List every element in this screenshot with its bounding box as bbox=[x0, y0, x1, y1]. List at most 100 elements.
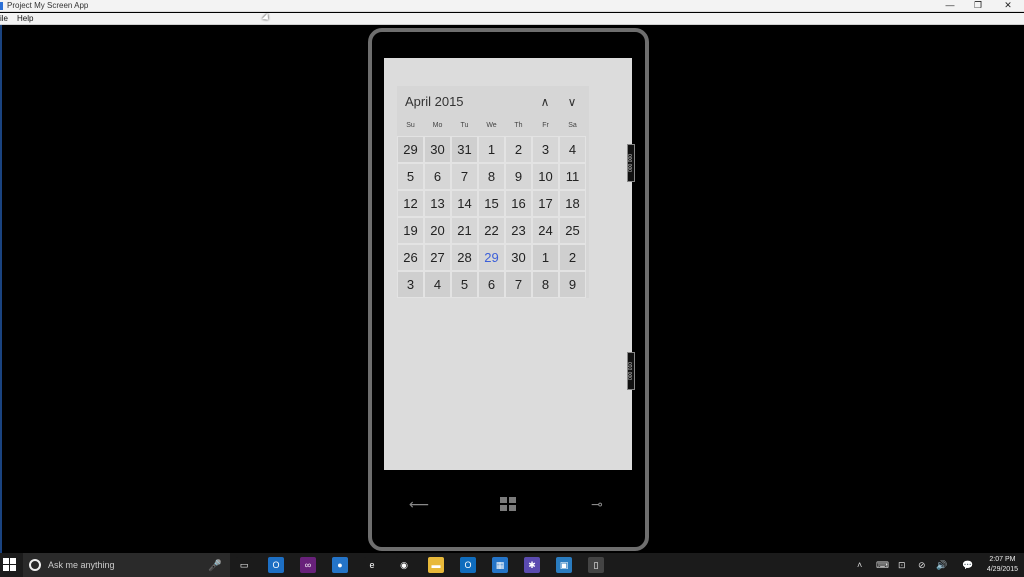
calendar-day[interactable]: 12 bbox=[397, 190, 424, 217]
weekday-label: Mo bbox=[432, 122, 443, 129]
weekday-label: We bbox=[486, 122, 497, 129]
weekday-label: Th bbox=[514, 122, 523, 129]
calendar-day[interactable]: 8 bbox=[532, 271, 559, 298]
close-button[interactable]: ✕ bbox=[998, 0, 1018, 12]
calendar-day[interactable]: 31 bbox=[451, 136, 478, 163]
calendar-day[interactable]: 6 bbox=[424, 163, 451, 190]
calendar-day[interactable]: 22 bbox=[478, 217, 505, 244]
calendar-day[interactable]: 7 bbox=[505, 271, 532, 298]
calendar-previous-icon[interactable]: ∧ bbox=[535, 92, 555, 112]
task-view-icon[interactable]: ▭ bbox=[236, 557, 252, 573]
clock-date: 4/29/2015 bbox=[986, 566, 1018, 573]
search-input[interactable]: Ask me anything bbox=[48, 553, 115, 577]
settings-app-icon[interactable]: ✱ bbox=[524, 557, 540, 573]
calendar-day[interactable]: 25 bbox=[559, 217, 586, 244]
calendar-day[interactable]: 28 bbox=[451, 244, 478, 271]
visual-studio-icon[interactable]: ∞ bbox=[300, 557, 316, 573]
clock-time: 2:07 PM bbox=[989, 556, 1016, 563]
calendar-day[interactable]: 1 bbox=[532, 244, 559, 271]
calendar-weekday-row: Su Mo Tu We Th Fr Sa bbox=[397, 116, 589, 136]
calendar-day[interactable]: 9 bbox=[505, 163, 532, 190]
side-marker-top: 000 000 bbox=[627, 144, 635, 182]
photos-icon[interactable]: ▣ bbox=[556, 557, 572, 573]
cortana-search[interactable]: Ask me anything 🎤 bbox=[23, 553, 230, 577]
calendar-day[interactable]: 16 bbox=[505, 190, 532, 217]
calendar-day[interactable]: 4 bbox=[424, 271, 451, 298]
network-icon[interactable]: ⊡ bbox=[898, 558, 906, 572]
calendar-day[interactable]: 3 bbox=[397, 271, 424, 298]
calendar-day-today[interactable]: 29 bbox=[478, 244, 505, 271]
battery-icon[interactable]: ⊘ bbox=[918, 558, 926, 572]
calendar-header: April 2015 ∧ ∨ bbox=[397, 86, 589, 116]
volume-icon[interactable]: 🔊 bbox=[936, 558, 947, 572]
calendar-day[interactable]: 21 bbox=[451, 217, 478, 244]
minimize-button[interactable]: — bbox=[940, 0, 960, 12]
microphone-icon[interactable]: 🎤 bbox=[208, 559, 222, 572]
calendar-day[interactable]: 13 bbox=[424, 190, 451, 217]
calendar-day[interactable]: 11 bbox=[559, 163, 586, 190]
start-button[interactable] bbox=[3, 558, 16, 571]
search-button[interactable]: ⊸ bbox=[582, 494, 612, 514]
calendar-month-label[interactable]: April 2015 bbox=[405, 94, 464, 109]
calendar-day[interactable]: 3 bbox=[532, 136, 559, 163]
menu-bar: ile Help bbox=[0, 13, 1024, 25]
calendar-day[interactable]: 15 bbox=[478, 190, 505, 217]
title-bar: Project My Screen App — ❐ ✕ bbox=[0, 0, 1024, 12]
calendar-day[interactable]: 23 bbox=[505, 217, 532, 244]
menu-help[interactable]: Help bbox=[17, 13, 33, 25]
window-left-edge bbox=[0, 25, 2, 553]
outlook-mail-icon[interactable]: O bbox=[460, 557, 476, 573]
phone-app-icon[interactable]: ▯ bbox=[588, 557, 604, 573]
calendar-day[interactable]: 17 bbox=[532, 190, 559, 217]
taskbar: Ask me anything 🎤 ▭ O ∞ ● e ◉ ▬ O ▦ ✱ ▣ ▯ ˄ ⌨ ⊡ ⊘ 🔊 💬 2:… bbox=[0, 553, 1024, 577]
weekday-label: Sa bbox=[568, 122, 577, 129]
side-marker-bottom: 000 010 bbox=[627, 352, 635, 390]
calendar-day[interactable]: 30 bbox=[505, 244, 532, 271]
calendar-day[interactable]: 24 bbox=[532, 217, 559, 244]
clock[interactable]: 2:07 PM 4/29/2015 bbox=[987, 555, 1018, 575]
calendar-day[interactable]: 27 bbox=[424, 244, 451, 271]
calendar-day[interactable]: 9 bbox=[559, 271, 586, 298]
outlook-icon[interactable]: O bbox=[268, 557, 284, 573]
window-title: Project My Screen App bbox=[7, 1, 89, 10]
calendar-day[interactable]: 10 bbox=[532, 163, 559, 190]
calendar-day[interactable]: 4 bbox=[559, 136, 586, 163]
calendar-day[interactable]: 29 bbox=[397, 136, 424, 163]
back-button[interactable]: ⟵ bbox=[404, 494, 434, 514]
keyboard-icon[interactable]: ⌨ bbox=[876, 558, 889, 572]
calendar-day[interactable]: 5 bbox=[451, 271, 478, 298]
cortana-icon bbox=[29, 559, 41, 571]
calendar-day[interactable]: 19 bbox=[397, 217, 424, 244]
app-icon bbox=[0, 2, 3, 10]
calendar-view: April 2015 ∧ ∨ Su Mo Tu We Th Fr Sa 29 30 31 1 2 3 4… bbox=[397, 86, 589, 298]
weekday-label: Su bbox=[406, 122, 415, 129]
app-icon-blue[interactable]: ● bbox=[332, 557, 348, 573]
calendar-day[interactable]: 30 bbox=[424, 136, 451, 163]
weekday-label: Fr bbox=[542, 122, 549, 129]
calendar-day[interactable]: 26 bbox=[397, 244, 424, 271]
calendar-day[interactable]: 5 bbox=[397, 163, 424, 190]
calendar-day[interactable]: 1 bbox=[478, 136, 505, 163]
store-icon[interactable]: ▦ bbox=[492, 557, 508, 573]
calendar-day-grid: 29 30 31 1 2 3 4 5 6 7 8 9 10 11 12 13 14 15 16 17 18 19 20 21 2… bbox=[397, 136, 589, 298]
chrome-icon[interactable]: ◉ bbox=[396, 557, 412, 573]
restore-button[interactable]: ❐ bbox=[968, 0, 988, 12]
calendar-day[interactable]: 8 bbox=[478, 163, 505, 190]
notifications-icon[interactable]: 💬 bbox=[962, 558, 973, 572]
calendar-day[interactable]: 7 bbox=[451, 163, 478, 190]
menu-file[interactable]: ile bbox=[0, 13, 8, 25]
calendar-day[interactable]: 18 bbox=[559, 190, 586, 217]
phone-screen: April 2015 ∧ ∨ Su Mo Tu We Th Fr Sa 29 30 31 1 2 3 4… bbox=[384, 58, 632, 470]
calendar-next-icon[interactable]: ∨ bbox=[562, 92, 582, 112]
calendar-day[interactable]: 2 bbox=[505, 136, 532, 163]
calendar-day[interactable]: 20 bbox=[424, 217, 451, 244]
file-explorer-icon[interactable]: ▬ bbox=[428, 557, 444, 573]
phone-frame: April 2015 ∧ ∨ Su Mo Tu We Th Fr Sa 29 30 31 1 2 3 4… bbox=[368, 28, 649, 551]
windows-start-icon[interactable] bbox=[500, 497, 517, 512]
weekday-label: Tu bbox=[460, 122, 469, 129]
calendar-day[interactable]: 6 bbox=[478, 271, 505, 298]
calendar-day[interactable]: 2 bbox=[559, 244, 586, 271]
show-hidden-icons-icon[interactable]: ˄ bbox=[857, 558, 862, 572]
edge-icon[interactable]: e bbox=[364, 557, 380, 573]
calendar-day[interactable]: 14 bbox=[451, 190, 478, 217]
